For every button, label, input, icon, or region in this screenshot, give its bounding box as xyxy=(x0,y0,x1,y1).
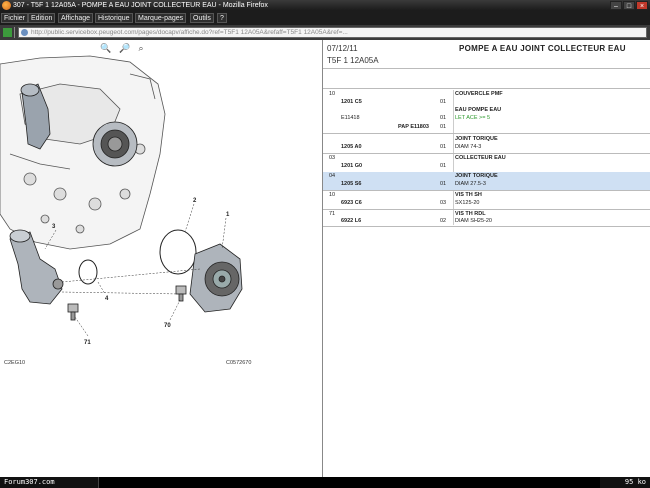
menu-fichier[interactable]: Fichier xyxy=(1,13,29,23)
page-content: 🔍 🔎 ⌕ 1 2 3 4 70 71 C2EG10 C0572670 07/1… xyxy=(0,40,650,477)
divider xyxy=(323,133,650,134)
callout-2: 2 xyxy=(193,198,197,204)
part-2-gasket xyxy=(159,229,197,275)
menu-bar: Fichier Edition Affichage Historique Mar… xyxy=(0,11,650,25)
status-site: Forum307.com xyxy=(0,477,99,488)
mounted-water-pump xyxy=(92,121,138,167)
table-row[interactable]: 03 1201 G0 01 COLLECTEUR EAU xyxy=(323,154,650,172)
part-4-oring xyxy=(78,259,98,285)
menu-outils[interactable]: Outils xyxy=(190,13,214,23)
callout-70: 70 xyxy=(164,323,171,329)
close-button[interactable]: × xyxy=(636,1,648,10)
table-row-selected[interactable]: 04 1205 S6 01 JOINT TORIQUE DIAM 27.5-3 xyxy=(323,172,650,190)
divider xyxy=(323,68,650,69)
url-text[interactable]: http://public.servicebox.peugeot.com/pag… xyxy=(31,28,641,37)
table-row[interactable]: 10 6923 C6 03 VIS TH SH SX125-20 xyxy=(323,191,650,209)
callout-4: 4 xyxy=(105,296,109,302)
firefox-icon xyxy=(2,1,11,10)
part-71-screw xyxy=(67,303,79,321)
menu-affichage[interactable]: Affichage xyxy=(58,13,94,23)
menu-marque-pages[interactable]: Marque-pages xyxy=(135,13,187,23)
divider xyxy=(323,88,650,89)
parts-list-pane: 07/12/11 POMPE A EAU JOINT COLLECTEUR EA… xyxy=(323,40,650,477)
diagram-tools: 🔍 🔎 ⌕ xyxy=(100,43,143,54)
callout-1: 1 xyxy=(226,212,230,218)
table-row[interactable]: 1205 A0 01 JOINT TORIQUE DIAM 74-3 xyxy=(323,135,650,153)
menu-historique[interactable]: Historique xyxy=(95,13,133,23)
part-1-pump xyxy=(189,243,243,313)
zoom-fit-icon[interactable]: ⌕ xyxy=(138,43,143,54)
window-title: 307 - T5F 1 12A05A - POMPE A EAU JOINT C… xyxy=(13,2,268,9)
toolbar-separator xyxy=(14,27,15,38)
window-controls: – □ × xyxy=(610,1,648,10)
callout-71: 71 xyxy=(84,340,91,346)
window-title-bar: 307 - T5F 1 12A05A - POMPE A EAU JOINT C… xyxy=(0,0,650,11)
url-bar[interactable]: http://public.servicebox.peugeot.com/pag… xyxy=(18,27,647,38)
diagram-ref-right: C0572670 xyxy=(226,360,252,366)
table-row[interactable]: E11418 01 EAU POMPE EAU LET ACE >= 5 PAP… xyxy=(323,106,650,134)
navigation-toolbar: http://public.servicebox.peugeot.com/pag… xyxy=(0,25,650,40)
menu-help[interactable]: ? xyxy=(217,13,227,23)
divider xyxy=(323,226,650,227)
status-bar: Forum307.com 95 ko xyxy=(0,477,650,488)
page-icon xyxy=(3,28,12,37)
exploded-parts-diagram: 1 2 3 4 70 71 xyxy=(0,55,243,346)
maximize-button[interactable]: □ xyxy=(623,1,635,10)
diagram-pane: 🔍 🔎 ⌕ 1 2 3 4 70 71 C2EG10 C0572670 xyxy=(0,40,323,477)
diagram-ref-left: C2EG10 xyxy=(4,360,26,366)
zoom-out-icon[interactable]: 🔎 xyxy=(119,43,130,54)
site-identity-icon[interactable] xyxy=(21,29,28,36)
parts-reference: T5F 1 12A05A xyxy=(327,56,379,65)
page-title: POMPE A EAU JOINT COLLECTEUR EAU xyxy=(459,44,626,53)
minimize-button[interactable]: – xyxy=(610,1,622,10)
status-size: 95 ko xyxy=(600,477,650,488)
table-row[interactable]: 71 6922 L6 02 VIS TH RDL DIAM SH25-20 xyxy=(323,210,650,226)
parts-date: 07/12/11 xyxy=(327,44,358,53)
part-70-screw xyxy=(175,285,187,302)
zoom-in-icon[interactable]: 🔍 xyxy=(100,43,111,54)
menu-edition[interactable]: Edition xyxy=(28,13,56,23)
